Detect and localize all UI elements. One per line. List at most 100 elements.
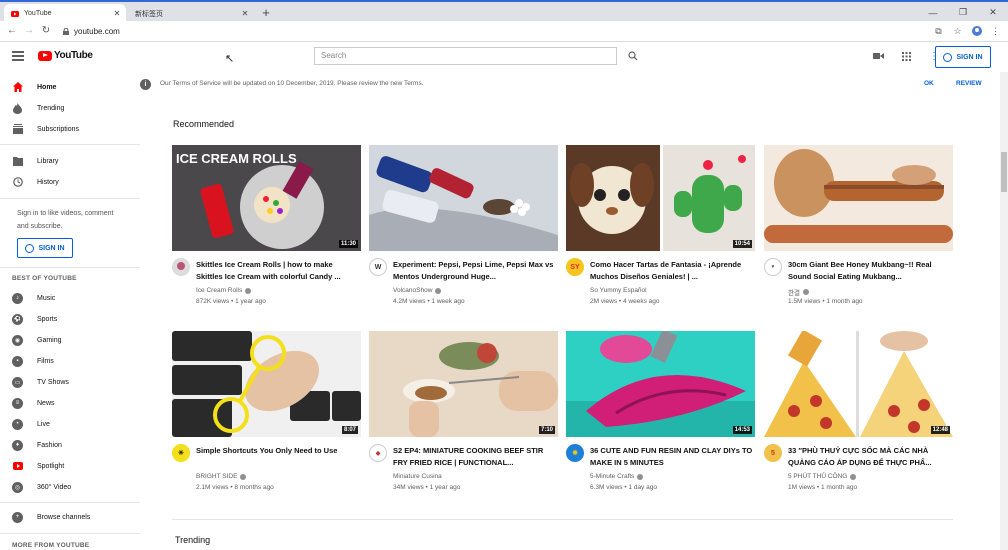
- video-card[interactable]: 7:10 ◆ S2 EP4: MINIATURE COOKING BEEF ST…: [369, 331, 558, 496]
- youtube-logo[interactable]: YouTube: [38, 50, 93, 61]
- sidebar-item-label: 360° Video: [37, 483, 72, 491]
- video-title[interactable]: Experiment: Pepsi, Pepsi Lime, Pepsi Max…: [393, 259, 557, 283]
- thumbnail-image: [369, 331, 558, 437]
- verified-badge-icon: [245, 287, 252, 294]
- sidebar-item-subscriptions[interactable]: Subscriptions: [12, 119, 79, 139]
- back-icon[interactable]: ←: [5, 24, 19, 38]
- channel-avatar[interactable]: ♥: [764, 258, 782, 276]
- shelf-divider: [172, 519, 953, 520]
- url-field[interactable]: youtube.com: [74, 21, 120, 42]
- channel-avatar[interactable]: W: [369, 258, 387, 276]
- video-card[interactable]: 8:07 ☀ Simple Shortcuts You Only Need to…: [172, 331, 361, 496]
- best-of-youtube-heading: BEST OF YOUTUBE: [12, 275, 77, 282]
- notice-review-button[interactable]: REVIEW: [956, 80, 982, 87]
- video-card[interactable]: W Experiment: Pepsi, Pepsi Lime, Pepsi M…: [369, 145, 558, 310]
- sidebar-item-home[interactable]: Home: [12, 77, 56, 97]
- sidebar-item-sports[interactable]: ⚽ Sports: [12, 309, 57, 329]
- sidebar-item-library[interactable]: Library: [12, 151, 58, 171]
- tab-close-icon[interactable]: ✕: [112, 9, 122, 18]
- bookmark-star-icon[interactable]: ☆: [951, 24, 964, 38]
- sidebar-item-trending[interactable]: Trending: [12, 98, 64, 118]
- sidebar-item-spotlight[interactable]: Spotlight: [12, 456, 64, 476]
- video-thumbnail[interactable]: 10:54: [566, 145, 755, 251]
- video-thumbnail[interactable]: [369, 145, 558, 251]
- channel-name[interactable]: So Yummy Español: [590, 287, 647, 294]
- video-thumbnail[interactable]: 8:07: [172, 331, 361, 437]
- video-thumbnail[interactable]: 7:10: [369, 331, 558, 437]
- video-card[interactable]: 14:53 ✸ 36 CUTE AND FUN RESIN AND CLAY D…: [566, 331, 755, 496]
- video-thumbnail[interactable]: ICE CREAM ROLLS 11:30: [172, 145, 361, 251]
- scrollbar-thumb[interactable]: [1001, 152, 1007, 192]
- sports-icon: ⚽: [12, 313, 23, 325]
- video-thumbnail[interactable]: [764, 145, 953, 251]
- account-icon: [25, 243, 35, 253]
- sidebar-sign-in-button[interactable]: SIGN IN: [17, 238, 73, 258]
- channel-avatar[interactable]: [172, 258, 190, 276]
- video-title[interactable]: S2 EP4: MINIATURE COOKING BEEF STIR FRY …: [393, 445, 557, 469]
- video-card[interactable]: ♥ 30cm Giant Bee Honey Mukbang~!! Real S…: [764, 145, 953, 310]
- sidebar-item-tv-shows[interactable]: ▭ TV Shows: [12, 372, 69, 392]
- video-thumbnail[interactable]: 14:53: [566, 331, 755, 437]
- films-icon: ▪: [12, 355, 23, 367]
- page-scrollbar[interactable]: [1000, 72, 1008, 550]
- spotlight-icon: [12, 461, 23, 472]
- video-card[interactable]: 10:54 SY Como Hacer Tartas de Fantasia -…: [566, 145, 755, 310]
- video-title[interactable]: Como Hacer Tartas de Fantasia - ¡Aprende…: [590, 259, 754, 283]
- sidebar-item-browse-channels[interactable]: + Browse channels: [12, 507, 90, 527]
- video-title[interactable]: 30cm Giant Bee Honey Mukbang~!! Real Sou…: [788, 259, 952, 283]
- video-card[interactable]: 12:48 5 33 ″PHÙ THUỶ CỰC SỐC MÀ CÁC NHÀ …: [764, 331, 953, 496]
- video-title[interactable]: 33 ″PHÙ THUỶ CỰC SỐC MÀ CÁC NHÀ QUẢNG CÁ…: [788, 445, 952, 469]
- sidebar-item-label: Music: [37, 294, 56, 302]
- video-title[interactable]: Skittles Ice Cream Rolls | how to make S…: [196, 259, 360, 283]
- profile-icon[interactable]: [970, 24, 983, 38]
- verified-badge-icon: [802, 289, 809, 295]
- hamburger-menu-icon[interactable]: [12, 51, 24, 61]
- video-title[interactable]: Simple Shortcuts You Only Need to Use: [196, 445, 360, 469]
- channel-name[interactable]: Ice Cream Rolls: [196, 287, 242, 294]
- sidebar-item-history[interactable]: History: [12, 172, 59, 192]
- create-video-icon[interactable]: [864, 50, 892, 62]
- sidebar-item-fashion[interactable]: ♦ Fashion: [12, 435, 62, 455]
- video-card[interactable]: ICE CREAM ROLLS 11:30 Skittles Ice Cream…: [172, 145, 361, 310]
- sidebar-item-gaming[interactable]: ◉ Gaming: [12, 330, 62, 350]
- channel-name[interactable]: 5-Minute Crafts: [590, 473, 634, 480]
- channel-avatar[interactable]: 5: [764, 444, 782, 462]
- channel-name[interactable]: 한결: [788, 287, 800, 297]
- sidebar-item-360-video[interactable]: ◎ 360° Video: [12, 477, 71, 497]
- apps-grid-icon[interactable]: [892, 50, 920, 62]
- sidebar-item-news[interactable]: ≡ News: [12, 393, 55, 413]
- view-count: 6.3M views: [590, 484, 623, 491]
- tv-shows-icon: ▭: [12, 376, 23, 388]
- search-input[interactable]: Search: [314, 47, 617, 65]
- video-thumbnail[interactable]: 12:48: [764, 331, 953, 437]
- channel-name[interactable]: BRIGHT SIDE: [196, 473, 237, 480]
- channel-avatar[interactable]: ☀: [172, 444, 190, 462]
- sidebar-item-live[interactable]: • Live: [12, 414, 50, 434]
- video-meta: 1M views • 1 month ago: [788, 484, 858, 491]
- sidebar-item-films[interactable]: ▪ Films: [12, 351, 54, 371]
- sign-in-button[interactable]: SIGN IN: [935, 46, 991, 68]
- channel-name[interactable]: 5 PHÚT THỦ CÔNG: [788, 473, 847, 480]
- browser-menu-icon[interactable]: ⋮: [989, 24, 1002, 38]
- minimize-icon[interactable]: —: [918, 4, 948, 21]
- channel-name[interactable]: VolcanoShow: [393, 287, 432, 294]
- notice-ok-button[interactable]: OK: [924, 80, 934, 87]
- sidebar-item-music[interactable]: ♪ Music: [12, 288, 55, 308]
- channel-avatar[interactable]: ◆: [369, 444, 387, 462]
- maximize-icon[interactable]: ❐: [948, 4, 978, 21]
- channel-avatar[interactable]: ✸: [566, 444, 584, 462]
- channel-name[interactable]: Miniature Cusina: [393, 473, 442, 480]
- close-window-icon[interactable]: ✕: [978, 4, 1008, 21]
- sidebar-divider: [0, 198, 140, 199]
- translate-icon[interactable]: ⧉: [932, 24, 945, 38]
- video-title[interactable]: 36 CUTE AND FUN RESIN AND CLAY DIYs TO M…: [590, 445, 754, 469]
- thumbnail-caption: ICE CREAM ROLLS: [176, 151, 297, 166]
- new-tab-button[interactable]: +: [258, 5, 274, 21]
- history-icon: [12, 177, 23, 188]
- tab-close-icon[interactable]: ✕: [240, 9, 250, 18]
- sidebar-item-label: Home: [37, 83, 57, 91]
- forward-icon[interactable]: →: [22, 24, 36, 38]
- channel-avatar[interactable]: SY: [566, 258, 584, 276]
- search-icon[interactable]: [628, 51, 638, 61]
- reload-icon[interactable]: ↻: [39, 24, 53, 38]
